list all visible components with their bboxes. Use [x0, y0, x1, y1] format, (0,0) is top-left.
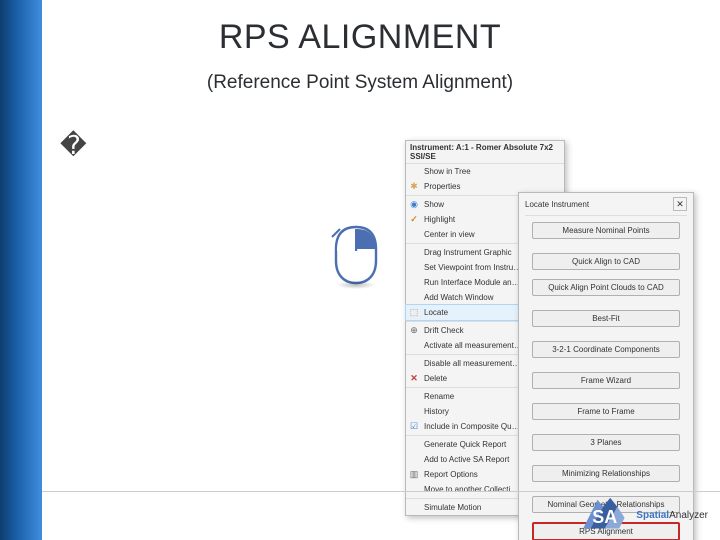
blank-icon: [408, 454, 420, 466]
dialog-title: Locate Instrument: [525, 200, 589, 209]
blank-icon: [408, 229, 420, 241]
context-menu-header: Instrument: A:1 - Romer Absolute 7x2 SSI…: [406, 141, 564, 164]
menu-item-label: Include in Composite Qu…: [424, 422, 520, 431]
ic-locate-icon: [408, 307, 420, 319]
button-spacer: [525, 455, 687, 461]
slide-title: RPS ALIGNMENT: [0, 18, 720, 57]
button-spacer: [525, 362, 687, 368]
menu-item-label: Simulate Motion: [424, 503, 481, 512]
blank-icon: [408, 277, 420, 289]
blank-icon: [408, 247, 420, 259]
button-spacer: [525, 243, 687, 249]
ic-x-icon: [408, 373, 420, 385]
locate-option-button[interactable]: Quick Align Point Clouds to CAD: [532, 279, 680, 296]
locate-instrument-dialog[interactable]: Locate Instrument ✕ Measure Nominal Poin…: [518, 192, 694, 540]
locate-option-button[interactable]: Minimizing Relationships: [532, 465, 680, 482]
locate-option-button[interactable]: Measure Nominal Points: [532, 222, 680, 239]
blank-icon: [408, 358, 420, 370]
menu-item-label: Disable all measurement…: [424, 359, 520, 368]
locate-option-button[interactable]: Frame to Frame: [532, 403, 680, 420]
bullet-placeholder: �: [60, 130, 87, 161]
blank-icon: [408, 484, 420, 496]
menu-item-label: Highlight: [424, 215, 455, 224]
button-spacer: [525, 331, 687, 337]
ic-eye-icon: [408, 199, 420, 211]
menu-item-label: Activate all measurement…: [424, 341, 522, 350]
ic-check-icon: [408, 214, 420, 226]
menu-item-label: Drag Instrument Graphic: [424, 248, 512, 257]
menu-item-label: Delete: [424, 374, 447, 383]
mouse-icon: [330, 225, 382, 295]
button-spacer: [525, 393, 687, 399]
menu-item-label: Add Watch Window: [424, 293, 494, 302]
menu-item-label: Rename: [424, 392, 454, 401]
blank-icon: [408, 406, 420, 418]
locate-option-button[interactable]: Best-Fit: [532, 310, 680, 327]
menu-item-label: Run Interface Module an…: [424, 278, 520, 287]
blank-icon: [408, 502, 420, 514]
menu-item-label: Report Options: [424, 470, 478, 479]
blank-icon: [408, 391, 420, 403]
button-spacer: [525, 300, 687, 306]
logo-initials: SA: [592, 507, 617, 527]
blank-icon: [408, 166, 420, 178]
ic-gear-icon: [408, 181, 420, 193]
menu-item-label: Add to Active SA Report: [424, 455, 509, 464]
locate-option-button[interactable]: 3 Planes: [532, 434, 680, 451]
ic-target-icon: [408, 325, 420, 337]
ic-doc-icon: [408, 469, 420, 481]
logo-text-2: Analyzer: [669, 510, 708, 521]
menu-item-label: Properties: [424, 182, 460, 191]
menu-item-label: Move to another Collecti…: [424, 485, 518, 494]
slide: RPS ALIGNMENT (Reference Point System Al…: [0, 0, 720, 540]
menu-item[interactable]: Show in Tree: [406, 164, 564, 179]
menu-item-label: Drift Check: [424, 326, 464, 335]
blank-icon: [408, 439, 420, 451]
menu-item-label: History: [424, 407, 449, 416]
ic-chk-icon: [408, 421, 420, 433]
logo-text-1: Spatial: [636, 510, 669, 521]
menu-item-label: Generate Quick Report: [424, 440, 506, 449]
slide-subtitle: (Reference Point System Alignment): [0, 72, 720, 94]
menu-item-label: Center in view: [424, 230, 475, 239]
button-spacer: [525, 424, 687, 430]
locate-option-button[interactable]: 3-2-1 Coordinate Components: [532, 341, 680, 358]
blank-icon: [408, 292, 420, 304]
close-icon[interactable]: ✕: [673, 197, 687, 211]
blank-icon: [408, 262, 420, 274]
locate-option-button[interactable]: Frame Wizard: [532, 372, 680, 389]
locate-option-button[interactable]: Quick Align to CAD: [532, 253, 680, 270]
menu-item-label: Show: [424, 200, 444, 209]
menu-item-label: Set Viewpoint from Instru…: [424, 263, 521, 272]
menu-item-label: Locate: [424, 308, 448, 317]
menu-item-label: Show in Tree: [424, 167, 471, 176]
blank-icon: [408, 340, 420, 352]
footer-divider: [42, 491, 720, 492]
brand-logo: SA SpatialAnalyzer: [576, 494, 708, 536]
